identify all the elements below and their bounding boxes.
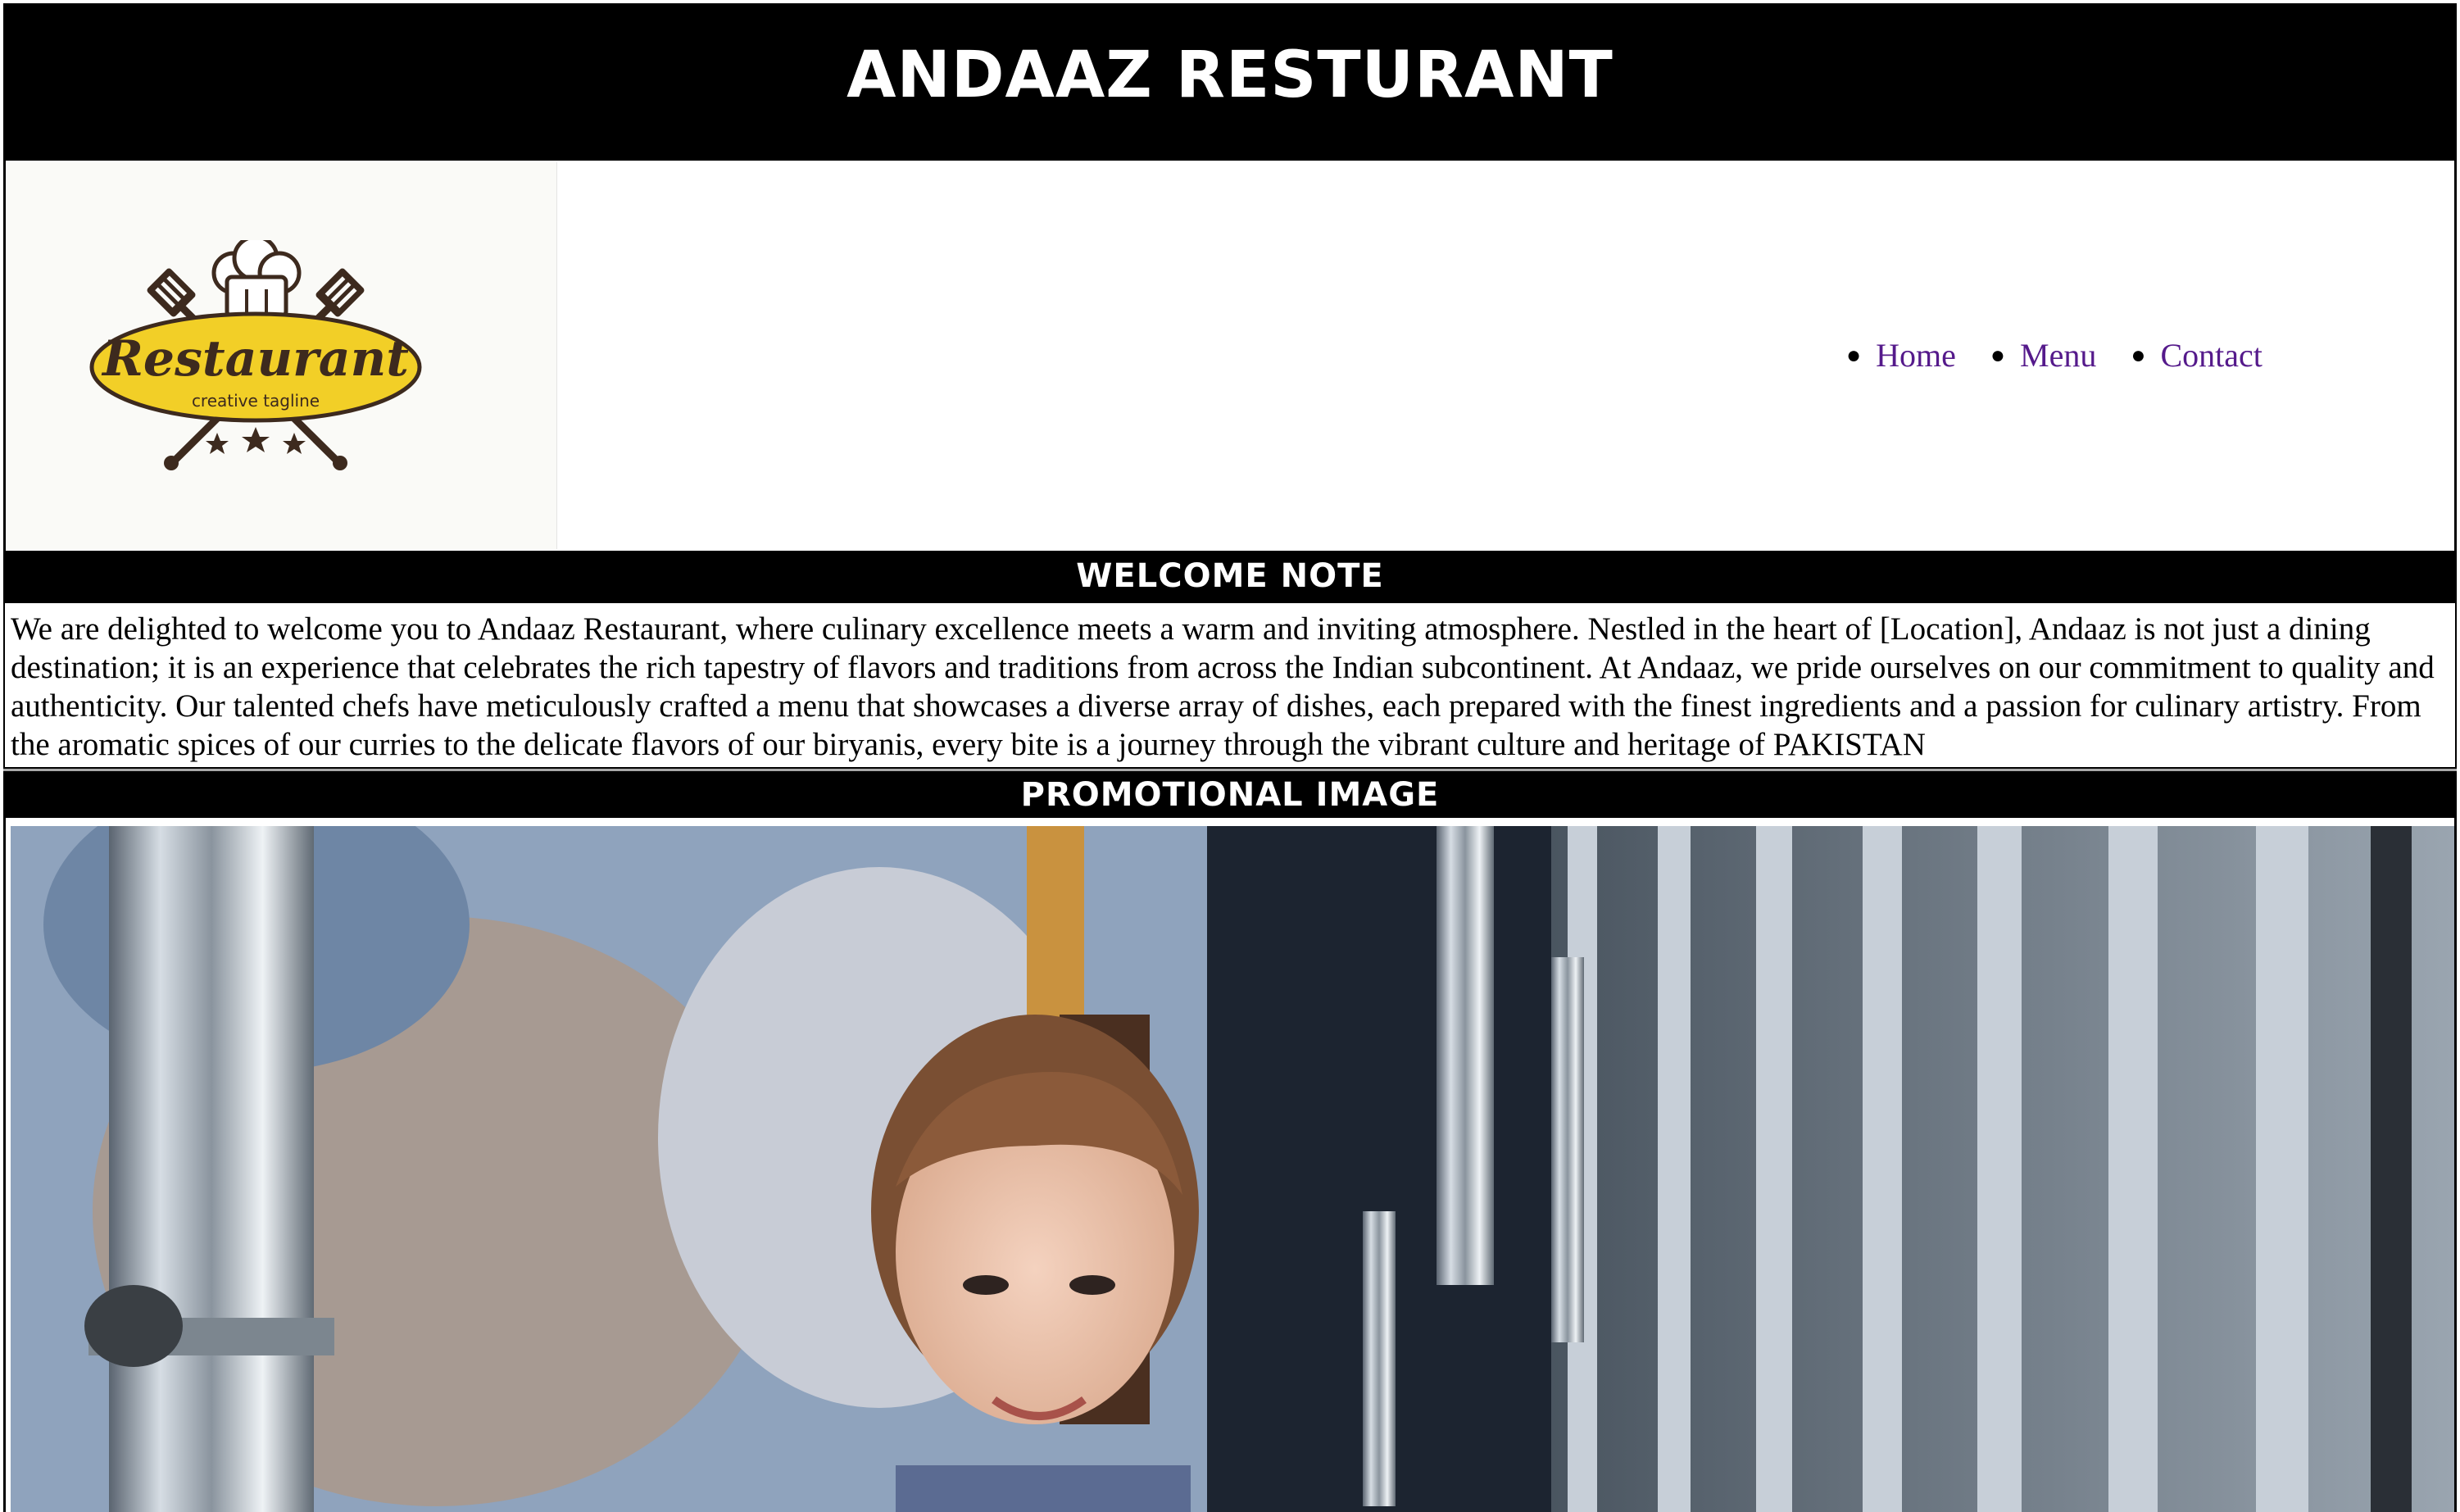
nav-item-menu: ● Menu: [1990, 336, 2096, 375]
chef-hat-logo-icon: Restaurant creative tagline: [89, 240, 422, 470]
site-header: ANDAAZ RESTURANT: [3, 3, 2457, 161]
nav-item-home: ● Home: [1846, 336, 1956, 375]
welcome-heading: WELCOME NOTE: [3, 551, 2457, 602]
page: ANDAAZ RESTURANT Restaurant creative tag…: [0, 0, 2460, 1512]
bullet-icon: ●: [1990, 341, 2006, 369]
site-title: ANDAAZ RESTURANT: [846, 39, 1614, 112]
promo-heading: PROMOTIONAL IMAGE: [3, 769, 2457, 818]
logo-container: Restaurant creative tagline: [6, 162, 557, 549]
promo-image-frame: [3, 818, 2457, 1512]
svg-text:Restaurant: Restaurant: [101, 330, 409, 388]
logo-nav-row: Restaurant creative tagline ● Home ● Men…: [3, 161, 2457, 551]
bullet-icon: ●: [1846, 341, 1862, 369]
svg-text:creative tagline: creative tagline: [192, 391, 320, 411]
welcome-paragraph: We are delighted to welcome you to Andaa…: [3, 602, 2457, 769]
nav-link-home[interactable]: Home: [1876, 336, 1956, 375]
nav-link-menu[interactable]: Menu: [2020, 336, 2096, 375]
promo-photo: [11, 826, 2454, 1512]
main-nav: ● Home ● Menu ● Contact: [1846, 336, 2297, 375]
nav-item-contact: ● Contact: [2131, 336, 2263, 375]
bullet-icon: ●: [2131, 341, 2146, 369]
nav-link-contact[interactable]: Contact: [2160, 336, 2262, 375]
